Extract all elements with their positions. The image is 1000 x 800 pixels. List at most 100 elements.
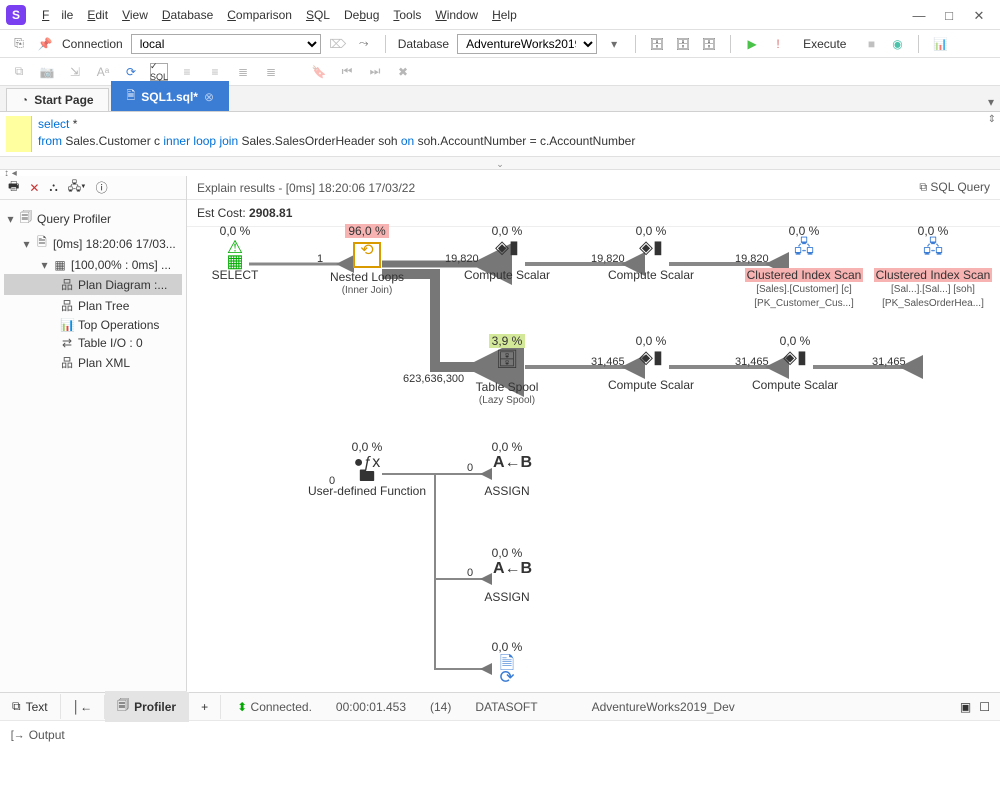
pause-icon[interactable]: ■ — [862, 35, 880, 53]
tree-plan-tree[interactable]: 品Plan Tree — [4, 295, 182, 316]
node-cs1[interactable]: 0,0 % ◈▮ Compute Scalar — [457, 224, 557, 282]
profiler-icon: 🗐 — [117, 696, 129, 717]
layout-1-icon[interactable]: ▣ — [960, 700, 971, 714]
sql-editor[interactable]: select * from Sales.Customer c inner loo… — [0, 112, 1000, 156]
tree-top-ops[interactable]: 📊Top Operations — [4, 316, 182, 334]
tab-add[interactable]: + — [189, 695, 221, 719]
tree-plan-diagram[interactable]: 品Plan Diagram :... — [4, 274, 182, 295]
stop-icon[interactable]: ! — [769, 35, 787, 53]
menu-view[interactable]: View — [116, 5, 154, 25]
node-nested-loops[interactable]: 96,0 % ⟲ Nested Loops (Inner Join) — [317, 224, 417, 298]
t2-icon-6[interactable]: ≡ — [206, 63, 224, 81]
tab-text[interactable]: ⧉Text — [0, 694, 61, 719]
tab-close-icon[interactable]: ⊗ — [204, 90, 214, 104]
side-tree-icon[interactable]: 🖧▾ — [68, 177, 86, 198]
menu-window[interactable]: Window — [429, 5, 484, 25]
status-count: (14) — [430, 700, 451, 714]
t2-icon-5[interactable]: ≡ — [178, 63, 196, 81]
bm-prev-icon[interactable]: ⏮ — [338, 63, 356, 81]
node-spool[interactable]: 3,9 % 🗄 Table Spool (Lazy Spool) — [462, 334, 552, 408]
plan-canvas[interactable]: 1 19,820 19,820 19,820 623,636,300 31,46… — [187, 224, 1000, 692]
db2-icon[interactable]: 🗄 — [674, 35, 692, 53]
new-conn-icon[interactable]: ⎘ — [10, 35, 28, 53]
tree-plan-xml[interactable]: 品Plan XML — [4, 352, 182, 373]
menu-edit[interactable]: Edit — [81, 5, 114, 25]
close-button[interactable]: ✕ — [972, 8, 986, 22]
t2-icon-2[interactable]: 📷 — [38, 63, 56, 81]
menu-comparison[interactable]: Comparison — [221, 5, 298, 25]
tab-start-page[interactable]: ◔Start Page — [6, 88, 109, 111]
db-dropdown-icon[interactable]: ▾ — [605, 35, 623, 53]
t2-icon-7[interactable]: ≣ — [234, 63, 252, 81]
maximize-button[interactable]: □ — [942, 8, 956, 22]
side-guide-icon[interactable]: ⛬ — [49, 180, 57, 195]
index-scan-icon: 🖧 — [790, 240, 818, 266]
db3-icon[interactable]: 🗄 — [700, 35, 718, 53]
tree-table-io[interactable]: ⇄Table I/O : 0 — [4, 334, 182, 352]
compute-scalar-icon: ◈▮ — [781, 350, 809, 376]
status-elapsed: 00:00:01.453 — [336, 700, 406, 714]
side-print-icon[interactable]: 🖶 — [8, 177, 19, 198]
editor-split-icon[interactable]: ⇕ — [988, 114, 996, 125]
node-cs2[interactable]: 0,0 % ◈▮ Compute Scalar — [601, 224, 701, 282]
layout-2-icon[interactable]: ☐ — [979, 700, 990, 714]
database-select[interactable]: AdventureWorks2019_... — [457, 34, 597, 54]
tab-profiler[interactable]: 🗐Profiler — [105, 691, 189, 722]
analyze-icon[interactable]: ◉ — [888, 35, 906, 53]
menu-file[interactable]: File — [36, 5, 79, 25]
bookmark-icon[interactable]: 🔖 — [310, 63, 328, 81]
execute-button[interactable]: Execute — [795, 35, 854, 53]
menu-database[interactable]: Database — [156, 5, 219, 25]
tree-stmt[interactable]: ▾▦[100,00% : 0ms] ... — [4, 256, 182, 274]
sql-file-icon: 🗎 — [126, 87, 135, 106]
tree-root[interactable]: ▾🗐Query Profiler — [4, 206, 182, 231]
node-assign-2[interactable]: 0,0 % A←B ASSIGN — [471, 546, 543, 604]
bm-clear-icon[interactable]: ✖ — [394, 63, 412, 81]
node-cis1[interactable]: 0,0 % 🖧 Clustered Index Scan [Sales].[Cu… — [739, 224, 869, 311]
node-cs4[interactable]: 0,0 % ◈▮ Compute Scalar — [745, 334, 845, 392]
tabs-more-icon[interactable]: ▾ — [982, 93, 1000, 111]
minimize-button[interactable]: — — [912, 8, 926, 22]
status-server: DATASOFT — [475, 700, 537, 714]
node-cs3[interactable]: 0,0 % ◈▮ Compute Scalar — [601, 334, 701, 392]
menu-help[interactable]: Help — [486, 5, 523, 25]
reconnect-icon[interactable]: ⤳ — [355, 35, 373, 53]
sequence-icon: 🗎⟳ — [493, 656, 521, 682]
t2-icon-1[interactable]: ⧉ — [10, 63, 28, 81]
menu-bar: File Edit View Database Comparison SQL D… — [36, 5, 912, 25]
db1-icon[interactable]: 🗄 — [648, 35, 666, 53]
t2-icon-4[interactable]: Aᵃ — [94, 63, 112, 81]
sql-check-icon[interactable]: ✓SQL — [150, 63, 168, 81]
menu-sql[interactable]: SQL — [300, 5, 336, 25]
node-seq[interactable]: 0,0 % 🗎⟳ — [471, 640, 543, 684]
status-bar: ⬍ Connected. 00:00:01.453 (14) DATASOFT … — [221, 700, 950, 714]
output-icon: [→ — [11, 728, 25, 741]
sql-query-button[interactable]: ⧉ SQL Query — [919, 180, 991, 195]
side-info-icon[interactable]: ⓘ — [96, 179, 108, 196]
bm-next-icon[interactable]: ⏭ — [366, 63, 384, 81]
node-select[interactable]: 0,0 % ⚠ ▦ SELECT — [199, 224, 271, 282]
node-udf[interactable]: 0,0 % ●ƒx🖿 User-defined Function — [304, 440, 430, 498]
connection-select[interactable]: local — [131, 34, 321, 54]
collapse-handle[interactable]: ⌄ — [0, 156, 1000, 170]
estcost-value: 2908.81 — [249, 206, 292, 220]
tab-sql-file[interactable]: 🗎SQL1.sql*⊗ — [111, 81, 229, 111]
index-scan-icon: 🖧 — [919, 240, 947, 266]
tab-pin[interactable]: │← — [61, 695, 106, 719]
chart-icon[interactable]: 📊 — [931, 35, 949, 53]
estcost-label: Est Cost: — [197, 206, 249, 220]
tree-run[interactable]: ▾🗎[0ms] 18:20:06 17/03... — [4, 231, 182, 256]
t2-icon-8[interactable]: ≣ — [262, 63, 280, 81]
run-icon[interactable]: ▶ — [743, 35, 761, 53]
menu-debug[interactable]: Debug — [338, 5, 385, 25]
menu-tools[interactable]: Tools — [387, 5, 427, 25]
output-panel-toggle[interactable]: [→ Output — [10, 728, 65, 742]
side-delete-icon[interactable]: ✕ — [29, 181, 39, 195]
node-cis2[interactable]: 0,0 % 🖧 Clustered Index Scan [Sal...].[S… — [869, 224, 997, 311]
disconnect-icon[interactable]: ⌦ — [329, 35, 347, 53]
t2-icon-3[interactable]: ⇲ — [66, 63, 84, 81]
refresh-icon[interactable]: ⟳ — [122, 63, 140, 81]
globe-icon: ◔ — [21, 94, 28, 107]
conn-icon[interactable]: 📌 — [36, 35, 54, 53]
node-assign-1[interactable]: 0,0 % A←B ASSIGN — [471, 440, 543, 498]
